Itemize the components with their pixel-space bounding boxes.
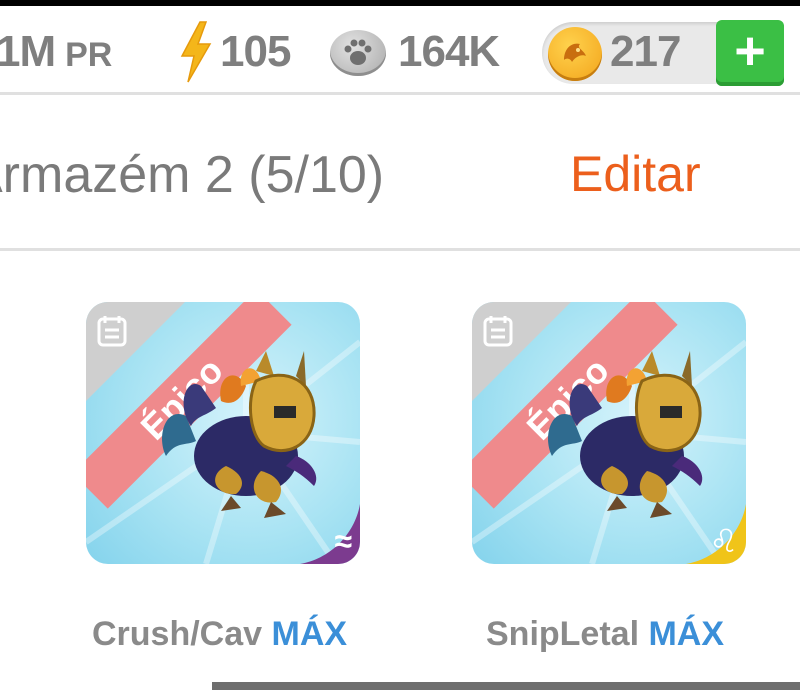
gem-coin-icon [548, 27, 602, 81]
power-unit: PR [65, 36, 113, 74]
horizontal-scrollbar[interactable] [212, 682, 800, 690]
energy-value: 105 [220, 27, 291, 76]
dragon-label-2: SnipLetal MÁX [486, 614, 724, 654]
storage-header: Armazém 2 (5/10) Editar [0, 96, 800, 246]
power-rating: 1M PR [0, 28, 112, 79]
food-paw-icon [330, 30, 386, 76]
add-gems-button[interactable]: + [716, 20, 784, 86]
dragon-level: MÁX [271, 615, 348, 653]
wind-element-icon: ≈ [300, 504, 360, 564]
divider-top [0, 92, 800, 95]
dragon-level: MÁX [648, 615, 725, 653]
element-glyph: ≈ [334, 523, 352, 559]
power-value: 1M [0, 27, 56, 76]
notes-icon [483, 316, 513, 347]
energy-bolt-icon [180, 21, 212, 83]
dragon-label-1: Crush/Cav MÁX [92, 614, 347, 654]
dragon-illustration [548, 351, 703, 518]
dragon-name: SnipLetal [486, 615, 640, 653]
edit-button[interactable]: Editar [570, 146, 701, 202]
notes-icon [97, 316, 127, 347]
food-value: 164K [398, 27, 500, 76]
page-title: Armazém 2 (5/10) [0, 146, 385, 204]
dragon-illustration [162, 351, 317, 518]
gems-value: 217 [610, 27, 681, 76]
element-glyph: ♌ [709, 523, 738, 559]
dragon-name: Crush/Cav [92, 615, 263, 653]
resource-bar: 1M PR 105 164K 217 + [0, 6, 800, 90]
divider-header [0, 248, 800, 251]
dragon-card-2[interactable]: Épico ♌ [472, 302, 746, 564]
leo-element-icon: ♌ [686, 504, 746, 564]
dragon-card-1[interactable]: Épico ≈ [86, 302, 360, 564]
plus-icon: + [734, 21, 766, 81]
